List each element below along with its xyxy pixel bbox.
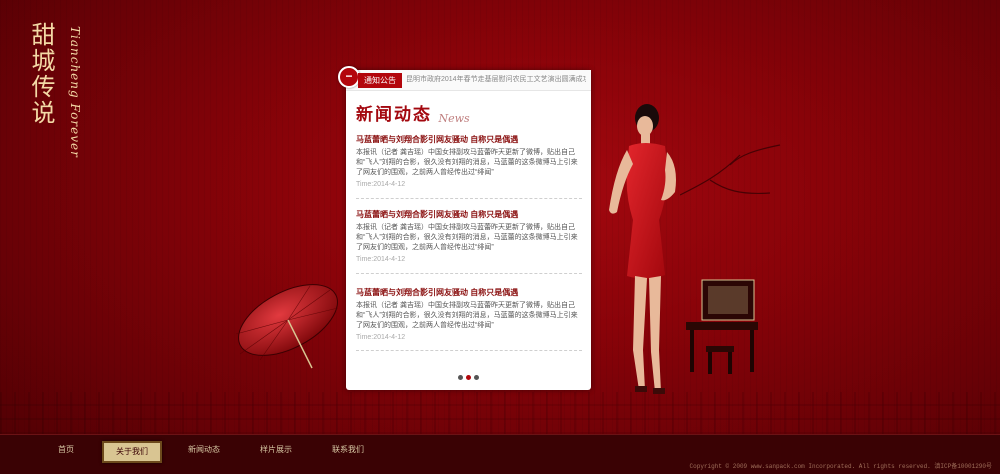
news-item-title[interactable]: 马蓝蕾晒与刘翔合影引网友骚动 自称只是偶遇 — [356, 287, 584, 298]
news-item-time: Time:2014-4-12 — [356, 256, 406, 263]
nav-samples[interactable]: 样片展示 — [256, 441, 296, 459]
news-item-title[interactable]: 马蓝蕾晒与刘翔合影引网友骚动 自称只是偶遇 — [356, 134, 584, 145]
notice-marquee-text[interactable]: 昆明市政府2014年春节走基层慰问农民工文艺演出圆满成功 — [406, 74, 586, 86]
news-heading: 新闻动态 News — [356, 100, 470, 125]
logo-chinese-text: 甜城传说 — [27, 22, 55, 126]
minus-icon[interactable]: − — [338, 66, 360, 88]
news-divider — [356, 273, 582, 274]
logo-english-text: Tiancheng Forever — [68, 26, 82, 158]
news-item[interactable]: 马蓝蕾晒与刘翔合影引网友骚动 自称只是偶遇 本报讯（记者 龚吉瑶）中国女排副攻马… — [356, 209, 584, 271]
news-heading-en: News — [438, 112, 470, 125]
site-logo[interactable]: 甜城传说 Tiancheng Forever — [26, 22, 84, 158]
floor-lattice-pattern — [0, 392, 1000, 434]
news-item[interactable]: 马蓝蕾晒与刘翔合影引网友骚动 自称只是偶遇 本报讯（记者 龚吉瑶）中国女排副攻马… — [356, 134, 584, 196]
news-item-body: 本报讯（记者 龚吉瑶）中国女排副攻马蓝蕾昨天更新了微博，贴出自己和“飞人”刘翔的… — [356, 149, 578, 176]
news-item-title[interactable]: 马蓝蕾晒与刘翔合影引网友骚动 自称只是偶遇 — [356, 209, 584, 220]
news-item-body: 本报讯（记者 龚吉瑶）中国女排副攻马蓝蕾昨天更新了微博，贴出自己和“飞人”刘翔的… — [356, 302, 578, 329]
news-heading-cn: 新闻动态 — [356, 105, 432, 125]
nav-news[interactable]: 新闻动态 — [184, 441, 224, 459]
news-divider — [356, 198, 582, 199]
notice-label: 通知公告 — [358, 73, 402, 88]
pager-dot[interactable] — [458, 375, 463, 380]
footer-navigation: 首页 关于我们 新闻动态 样片展示 联系我们 Copyright © 2009 … — [0, 434, 1000, 474]
red-umbrella-illustration — [235, 284, 339, 369]
copyright-text: Copyright © 2009 www.sanpack.com Incorpo… — [689, 463, 992, 470]
notice-bar: − 通知公告 昆明市政府2014年春节走基层慰问农民工文艺演出圆满成功 — [338, 66, 591, 91]
nav-home[interactable]: 首页 — [48, 441, 84, 459]
nav-about-us[interactable]: 关于我们 — [102, 441, 162, 463]
pager-dot[interactable] — [474, 375, 479, 380]
nav-contact-us[interactable]: 联系我们 — [328, 441, 368, 459]
news-divider — [356, 350, 582, 351]
footer-divider — [0, 434, 1000, 435]
news-item-time: Time:2014-4-12 — [356, 334, 406, 341]
pager-dot-active[interactable] — [466, 375, 471, 380]
news-item-time: Time:2014-4-12 — [356, 181, 406, 188]
pager-dots — [346, 367, 591, 385]
news-item-body: 本报讯（记者 龚吉瑶）中国女排副攻马蓝蕾昨天更新了微博，贴出自己和“飞人”刘翔的… — [356, 224, 578, 251]
news-card: − 通知公告 昆明市政府2014年春节走基层慰问农民工文艺演出圆满成功 新闻动态… — [338, 66, 591, 390]
wooden-table-illustration — [686, 279, 758, 374]
news-item[interactable]: 马蓝蕾晒与刘翔合影引网友骚动 自称只是偶遇 本报讯（记者 龚吉瑶）中国女排副攻马… — [356, 287, 584, 349]
